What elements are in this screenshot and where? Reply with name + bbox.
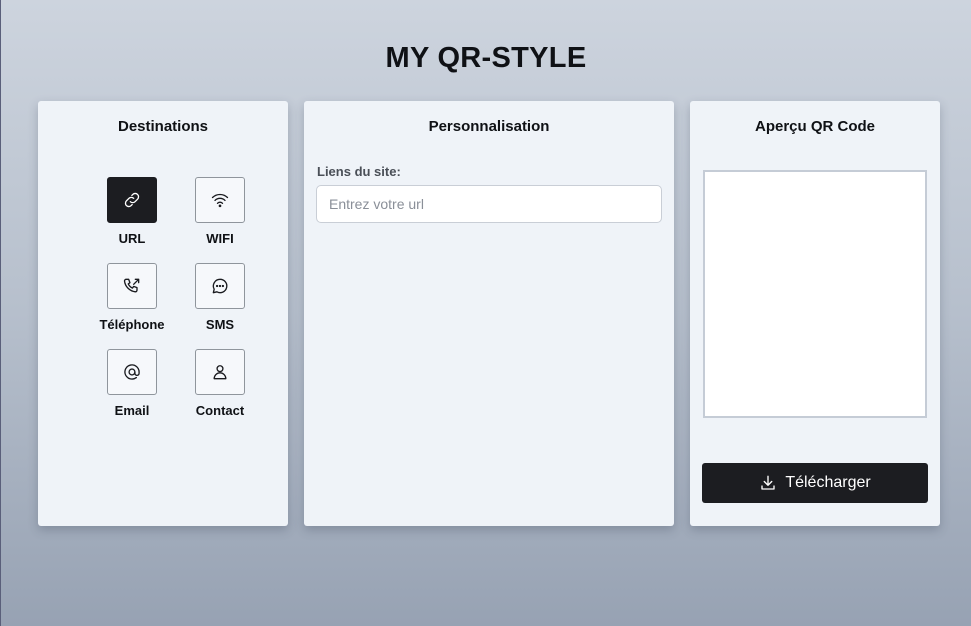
destination-phone-button[interactable] xyxy=(107,263,157,309)
user-icon xyxy=(213,365,227,380)
message-icon xyxy=(212,278,228,294)
destination-phone[interactable]: Téléphone xyxy=(88,263,176,332)
destination-wifi[interactable]: WIFI xyxy=(176,177,264,246)
url-field-label: Liens du site: xyxy=(317,164,401,179)
link-icon xyxy=(124,192,140,208)
destination-url-button[interactable] xyxy=(107,177,157,223)
customization-panel: Personnalisation Liens du site: xyxy=(304,101,674,526)
destination-wifi-label: WIFI xyxy=(206,231,234,246)
download-button[interactable]: Télécharger xyxy=(702,463,928,503)
preview-title: Aperçu QR Code xyxy=(754,118,875,135)
destination-sms[interactable]: SMS xyxy=(176,263,264,332)
at-icon xyxy=(124,364,140,380)
phone-icon xyxy=(123,278,140,293)
download-icon xyxy=(761,475,775,490)
wifi-icon xyxy=(211,193,229,208)
destination-contact[interactable]: Contact xyxy=(176,349,264,418)
destination-sms-button[interactable] xyxy=(195,263,245,309)
destinations-title: Destinations xyxy=(117,118,208,135)
destination-contact-label: Contact xyxy=(195,403,245,418)
destination-grid: URL WIFI Téléphone SMS Email Contact xyxy=(88,177,264,418)
qr-code-preview xyxy=(703,170,927,418)
destination-contact-button[interactable] xyxy=(195,349,245,395)
destination-url[interactable]: URL xyxy=(88,177,176,246)
destination-email[interactable]: Email xyxy=(88,349,176,418)
destination-sms-label: SMS xyxy=(205,317,235,332)
destination-wifi-button[interactable] xyxy=(195,177,245,223)
destination-email-label: Email xyxy=(114,403,150,418)
app-title: MY QR-STYLE xyxy=(385,42,587,74)
preview-panel: Aperçu QR Code Télécharger xyxy=(690,101,940,526)
destinations-panel: Destinations URL WIFI Téléphone SMS Emai… xyxy=(38,101,288,526)
url-input[interactable] xyxy=(316,185,662,223)
download-button-label: Télécharger xyxy=(785,474,871,491)
destination-email-button[interactable] xyxy=(107,349,157,395)
destination-url-label: URL xyxy=(118,231,146,246)
destination-phone-label: Téléphone xyxy=(99,317,165,332)
customization-title: Personnalisation xyxy=(428,118,550,135)
